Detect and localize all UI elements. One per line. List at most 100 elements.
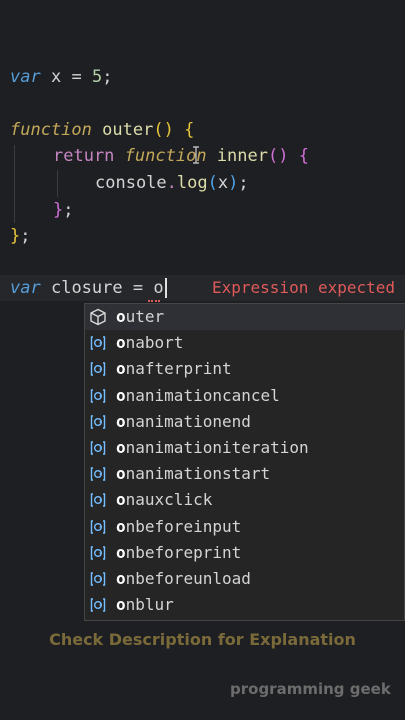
operator: = [71, 67, 82, 87]
code-editor[interactable]: var x = 5; function outer() { return fun… [0, 0, 405, 720]
suggestion-label: onanimationiteration [116, 435, 309, 461]
suggestion-match-prefix: o [116, 490, 126, 510]
typed-text: o [153, 278, 164, 298]
field-icon [89, 334, 107, 352]
field-icon [89, 491, 107, 509]
autocomplete-dropdown[interactable]: outer onabort onafterprint onanimationcance… [84, 303, 405, 621]
suggestion-label: onauxclick [116, 487, 212, 513]
code-line-6[interactable]: }; [10, 223, 31, 249]
object-name: console [95, 173, 167, 193]
suggestion-match-prefix: o [116, 569, 126, 588]
cube-icon [89, 308, 107, 326]
field-icon [89, 596, 107, 614]
suggestion-match-prefix: o [116, 595, 126, 615]
suggestion-match-prefix: o [116, 359, 126, 379]
code-line-5[interactable]: }; [53, 197, 74, 223]
error-squiggle [148, 297, 160, 302]
suggestion-item[interactable]: onbeforeprint [85, 540, 405, 566]
suggestion-label: outer [116, 304, 164, 330]
suggestion-item[interactable]: outer [85, 304, 405, 330]
method-name: log [176, 173, 208, 193]
code-line-7[interactable]: var closure = o [10, 275, 167, 301]
suggestion-rest: nanimationend [125, 411, 251, 431]
suggestion-rest: nbeforeinput [125, 516, 242, 536]
code-line-3[interactable]: return function inner() { [53, 143, 309, 169]
field-icon [89, 570, 107, 588]
keyword-var: var [10, 67, 41, 87]
suggestion-label: onbeforeunload [116, 566, 251, 592]
suggestion-item[interactable]: onauxclick [85, 487, 405, 513]
suggestion-rest: nbeforeunload [125, 569, 251, 588]
suggestion-item[interactable]: onblur [85, 592, 405, 618]
parens: () [268, 146, 289, 166]
parens: () [153, 120, 174, 140]
field-icon [89, 413, 107, 431]
suggestion-label: onbeforeinput [116, 514, 241, 540]
indent-guide [57, 170, 58, 197]
indent-guide [14, 145, 15, 223]
keyword-function: function [10, 120, 92, 140]
field-icon [89, 360, 107, 378]
suggestion-rest: nbeforeprint [125, 542, 242, 562]
suggestion-match-prefix: o [116, 542, 126, 562]
watermark: programming geek [230, 680, 391, 698]
suggestion-item[interactable]: onbeforeunload [85, 566, 405, 592]
suggestion-match-prefix: o [116, 438, 126, 457]
suggestion-match-prefix: o [116, 333, 126, 353]
keyword-return: return [53, 146, 115, 166]
open-paren: ( [207, 173, 218, 193]
code-line-1[interactable]: var x = 5; [10, 64, 112, 90]
function-name: inner [216, 146, 268, 166]
semicolon: ; [102, 67, 113, 87]
code-line-4[interactable]: console.log(x); [95, 170, 249, 196]
suggestion-item[interactable]: onanimationend [85, 409, 405, 435]
suggestion-label: onanimationcancel [116, 383, 280, 409]
variable-name: closure [50, 278, 123, 298]
variable-name: x [50, 67, 62, 87]
suggestion-rest: nafterprint [125, 359, 232, 379]
suggestion-rest: nanimationstart [125, 464, 271, 484]
open-brace: { [298, 146, 309, 166]
code-line-2[interactable]: function outer() { [10, 117, 194, 143]
text-caret [164, 278, 167, 298]
suggestion-rest: uter [125, 307, 165, 326]
suggestion-label: onafterprint [116, 356, 232, 382]
field-icon [89, 465, 107, 483]
suggestion-label: onanimationend [116, 409, 251, 435]
suggestion-match-prefix: o [116, 516, 126, 536]
suggestion-match-prefix: o [116, 411, 126, 431]
suggestion-rest: nblur [125, 595, 174, 615]
suggestion-match-prefix: o [116, 307, 126, 326]
field-icon [89, 387, 107, 405]
number-literal: 5 [91, 67, 103, 87]
suggestion-match-prefix: o [116, 464, 126, 484]
suggestion-item[interactable]: onbeforeinput [85, 514, 405, 540]
suggestion-item[interactable]: onabort [85, 330, 405, 356]
close-paren: ) [228, 173, 239, 193]
suggestion-item[interactable]: onanimationcancel [85, 383, 405, 409]
suggestion-rest: nanimationcancel [125, 385, 280, 405]
close-brace: } [53, 200, 64, 220]
suggestion-item[interactable]: onanimationstart [85, 461, 405, 487]
field-icon [89, 518, 107, 536]
operator: = [132, 278, 144, 298]
dot: . [166, 173, 177, 193]
suggestion-item[interactable]: onanimationiteration [85, 435, 405, 461]
suggestion-label: onbeforeprint [116, 540, 241, 566]
close-brace: } [10, 226, 21, 246]
text-cursor-icon [193, 146, 199, 164]
keyword-var: var [10, 278, 41, 298]
semicolon: ; [238, 173, 249, 193]
caption-text: Check Description for Explanation [49, 630, 356, 649]
suggestion-rest: nabort [125, 333, 184, 353]
argument: x [217, 173, 229, 193]
suggestion-rest: nanimationiteration [125, 438, 309, 457]
suggestion-item[interactable]: onafterprint [85, 356, 405, 382]
field-icon [89, 439, 107, 457]
suggestion-label: onblur [116, 592, 174, 618]
field-icon [89, 544, 107, 562]
suggestion-label: onabort [116, 330, 183, 356]
suggestion-match-prefix: o [116, 385, 126, 405]
semicolon: ; [63, 200, 74, 220]
function-name: outer [102, 120, 154, 140]
